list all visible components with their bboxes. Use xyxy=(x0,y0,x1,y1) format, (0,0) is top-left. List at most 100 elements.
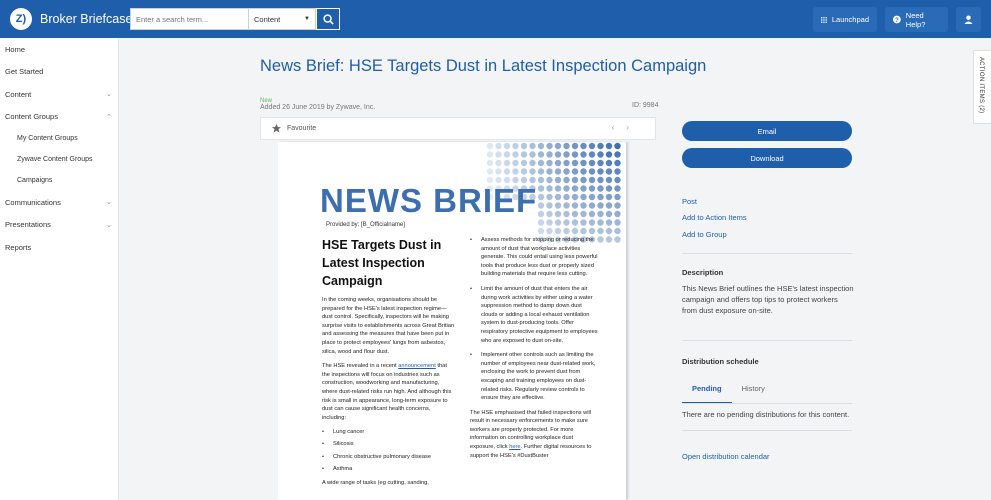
decorative-dot xyxy=(588,168,596,175)
sidebar-item-get-started[interactable]: Get Started xyxy=(0,61,118,84)
sidebar-item-my-content-groups[interactable]: My Content Groups xyxy=(0,128,118,149)
decorative-dot xyxy=(554,168,562,175)
decorative-dot xyxy=(597,202,604,209)
email-button[interactable]: Email xyxy=(682,121,852,141)
decorative-dot xyxy=(546,202,553,209)
decorative-dot xyxy=(563,227,570,235)
post-link[interactable]: Post xyxy=(682,197,697,206)
search-bar: Content ▼ xyxy=(130,8,340,30)
decorative-dot xyxy=(571,151,579,158)
decorative-dot xyxy=(580,185,587,192)
sidebar-item-content-groups[interactable]: Content Groups ⌃ xyxy=(0,106,118,129)
announcement-link[interactable]: announcement xyxy=(398,363,436,369)
decorative-dot xyxy=(614,185,621,192)
decorative-dot xyxy=(588,151,596,158)
favourite-label[interactable]: Favourite xyxy=(287,125,316,132)
search-input[interactable] xyxy=(130,8,248,30)
decorative-dot xyxy=(580,227,587,235)
action-items-tab[interactable]: ACTION ITEMS (2) xyxy=(973,50,991,124)
decorative-dot xyxy=(605,168,613,175)
decorative-dot xyxy=(605,193,613,201)
decorative-dot xyxy=(614,219,621,226)
decorative-dot xyxy=(520,159,528,167)
search-icon xyxy=(322,13,334,25)
added-info: Added 26 June 2019 by Zywave, Inc. xyxy=(260,104,376,111)
sidebar-item-content[interactable]: Content ⌄ xyxy=(0,83,118,106)
decorative-dot xyxy=(614,168,621,175)
sidebar-item-label: Campaigns xyxy=(17,177,53,184)
decorative-dot xyxy=(588,159,596,167)
decorative-dot xyxy=(563,210,570,218)
arrow-right-icon[interactable]: › xyxy=(626,123,641,132)
article-right-column: Assess methods for stopping or reducing … xyxy=(470,236,598,460)
list-item: Limit the amount of dust that enters the… xyxy=(470,285,598,345)
search-scope-value: Content xyxy=(254,14,281,24)
health-concerns-list: Lung cancer Silicosis Chronic obstructiv… xyxy=(322,428,456,473)
decorative-dot xyxy=(512,142,519,150)
open-distribution-calendar-link[interactable]: Open distribution calendar xyxy=(682,452,770,461)
decorative-dot xyxy=(597,168,604,175)
decorative-dot xyxy=(554,176,562,184)
decorative-dot xyxy=(563,219,570,226)
decorative-dot xyxy=(486,142,494,150)
decorative-dot xyxy=(537,185,545,192)
here-link[interactable]: here xyxy=(509,444,520,450)
decorative-dot xyxy=(580,142,587,150)
decorative-dot xyxy=(597,219,604,226)
help-label: Need Help? xyxy=(905,10,926,29)
document-toolbar: Favourite ‹› xyxy=(260,117,656,140)
sidebar-item-campaigns[interactable]: Campaigns xyxy=(0,170,118,191)
star-icon[interactable] xyxy=(271,123,282,134)
tab-history[interactable]: History xyxy=(732,378,775,404)
caret-down-icon: ▼ xyxy=(304,16,310,22)
decorative-dot xyxy=(597,227,604,235)
decorative-dot xyxy=(614,210,621,218)
help-button[interactable]: ? Need Help? xyxy=(885,7,948,32)
tab-pending[interactable]: Pending xyxy=(682,378,732,404)
decorative-dot xyxy=(495,159,502,167)
decorative-dot xyxy=(588,176,596,184)
decorative-dot xyxy=(571,176,579,184)
divider xyxy=(682,340,852,341)
decorative-dot xyxy=(537,219,545,226)
divider xyxy=(682,403,852,404)
arrow-left-icon[interactable]: ‹ xyxy=(612,123,627,132)
add-to-action-items-link[interactable]: Add to Action Items xyxy=(682,213,747,222)
sidebar-item-home[interactable]: Home xyxy=(0,38,118,61)
list-item: Assess methods for stopping or reducing … xyxy=(470,236,598,279)
zywave-logo[interactable]: Z) xyxy=(10,8,32,30)
user-menu-button[interactable] xyxy=(956,7,981,32)
decorative-dot xyxy=(537,193,545,201)
launchpad-button[interactable]: Launchpad xyxy=(813,7,877,32)
decorative-dot xyxy=(563,142,570,150)
decorative-dot xyxy=(529,142,536,150)
decorative-dot xyxy=(546,168,553,175)
decorative-dot xyxy=(486,168,494,175)
sidebar-item-label: Home xyxy=(5,44,26,54)
sidebar-item-zywave-content-groups[interactable]: Zywave Content Groups xyxy=(0,149,118,170)
decorative-dot xyxy=(571,159,579,167)
download-button[interactable]: Download xyxy=(682,148,852,168)
decorative-dot xyxy=(588,202,596,209)
description-text: This News Brief outlines the HSE's lates… xyxy=(682,284,854,315)
decorative-dot xyxy=(563,176,570,184)
sidebar-item-reports[interactable]: Reports xyxy=(0,236,118,259)
sidebar-item-presentations[interactable]: Presentations ⌄ xyxy=(0,214,118,237)
decorative-dot xyxy=(597,210,604,218)
decorative-dot xyxy=(597,159,604,167)
decorative-dot xyxy=(554,227,562,235)
brand-name[interactable]: Broker Briefcase® xyxy=(40,12,138,26)
decorative-dot xyxy=(537,176,545,184)
sidebar-item-communications[interactable]: Communications ⌄ xyxy=(0,191,118,214)
decorative-dot xyxy=(546,176,553,184)
decorative-dot xyxy=(571,168,579,175)
decorative-dot xyxy=(554,159,562,167)
decorative-dot xyxy=(571,227,579,235)
help-icon: ? xyxy=(893,15,901,24)
decorative-dot xyxy=(546,210,553,218)
search-scope-select[interactable]: Content ▼ xyxy=(248,8,316,30)
search-button[interactable] xyxy=(316,8,340,30)
decorative-dot xyxy=(605,227,613,235)
decorative-dot xyxy=(537,142,545,150)
add-to-group-link[interactable]: Add to Group xyxy=(682,230,727,239)
